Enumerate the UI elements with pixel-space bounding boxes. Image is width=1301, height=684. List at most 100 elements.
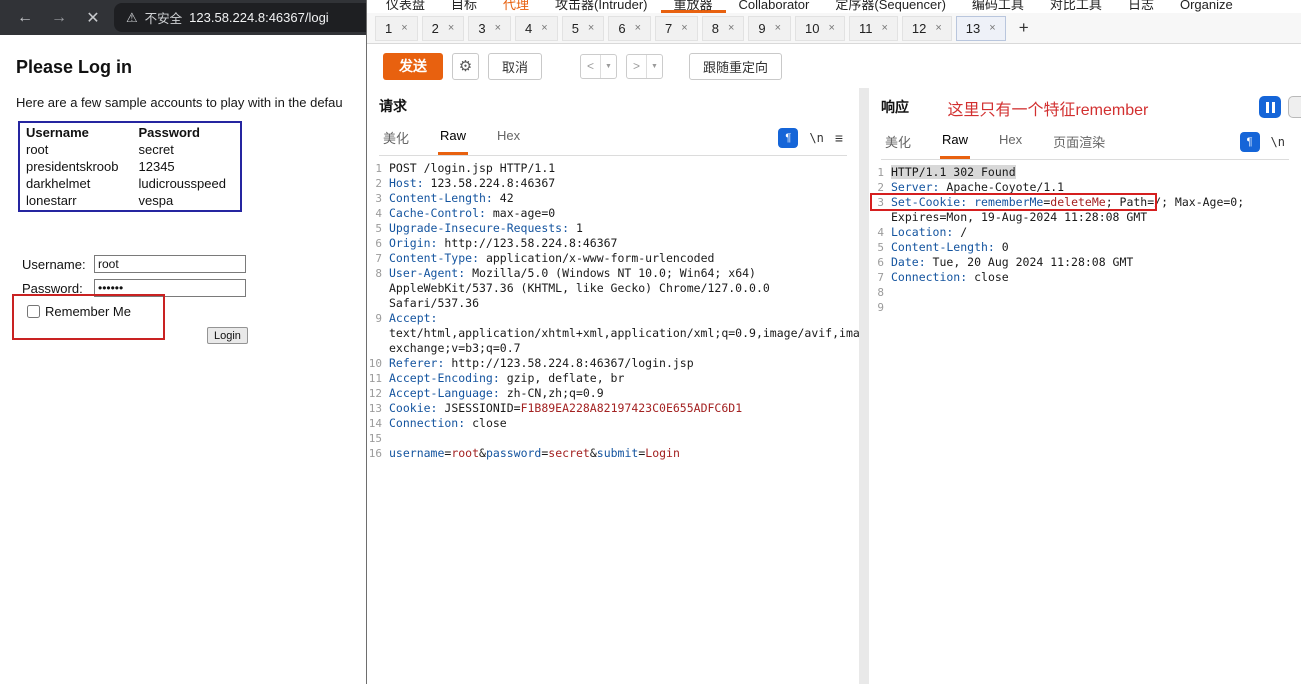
editor-line: 14Connection: close bbox=[367, 416, 787, 431]
repeater-tab-12[interactable]: 12 × bbox=[902, 16, 952, 41]
repeater-tab-8[interactable]: 8× bbox=[702, 16, 745, 41]
menu-item-repeater[interactable]: 重放器 bbox=[661, 0, 726, 13]
tab-close-icon[interactable]: × bbox=[728, 22, 734, 34]
repeater-tab-9[interactable]: 9× bbox=[748, 16, 791, 41]
repeater-tab-6[interactable]: 6× bbox=[608, 16, 651, 41]
line-number: 7 bbox=[869, 270, 891, 285]
text-segment: deleteMe bbox=[1050, 195, 1105, 209]
menu-item-sequencer[interactable]: 定序器(Sequencer) bbox=[822, 0, 959, 13]
gear-icon[interactable]: ⚙ bbox=[452, 53, 479, 80]
menu-item-collaborator[interactable]: Collaborator bbox=[726, 0, 823, 13]
line-number: 4 bbox=[367, 206, 389, 221]
newline-toggle-icon[interactable]: \n bbox=[809, 131, 823, 145]
pretty-print-icon[interactable]: ¶ bbox=[1240, 132, 1260, 152]
request-tab-hex[interactable]: Hex bbox=[495, 124, 522, 155]
tab-close-icon[interactable]: × bbox=[775, 22, 781, 34]
menu-item-comparer[interactable]: 对比工具 bbox=[1037, 0, 1115, 13]
text-segment: submit bbox=[597, 446, 639, 460]
close-icon[interactable]: ✕ bbox=[84, 8, 102, 28]
line-text: Server: Apache-Coyote/1.1 bbox=[891, 180, 1295, 195]
text-segment: Set-Cookie: bbox=[891, 195, 967, 209]
text-segment: Location: bbox=[891, 225, 953, 239]
tab-number: 7 bbox=[665, 21, 672, 36]
text-segment: POST /login.jsp HTTP/1.1 bbox=[389, 161, 555, 175]
tab-close-icon[interactable]: × bbox=[681, 22, 687, 34]
menu-item-target[interactable]: 目标 bbox=[438, 0, 490, 13]
line-number: 5 bbox=[869, 240, 891, 255]
remember-me-checkbox[interactable] bbox=[27, 305, 40, 318]
new-tab-button[interactable]: + bbox=[1010, 18, 1038, 38]
tab-close-icon[interactable]: × bbox=[935, 22, 941, 34]
text-segment: / bbox=[953, 225, 967, 239]
tab-close-icon[interactable]: × bbox=[829, 22, 835, 34]
text-segment: Content-Type: bbox=[389, 251, 479, 265]
line-number: 9 bbox=[367, 311, 389, 356]
text-segment: http://123.58.224.8:46367/login.jsp bbox=[444, 356, 693, 370]
response-tab-pretty[interactable]: 美化 bbox=[883, 128, 913, 159]
layout-switcher-icon[interactable] bbox=[1259, 96, 1281, 118]
line-number: 15 bbox=[367, 431, 389, 446]
pretty-print-icon[interactable]: ¶ bbox=[778, 128, 798, 148]
repeater-tab-2[interactable]: 2× bbox=[422, 16, 465, 41]
editor-line: 15 bbox=[367, 431, 787, 446]
response-editor[interactable]: 1HTTP/1.1 302 Found2Server: Apache-Coyot… bbox=[869, 160, 1301, 684]
tab-close-icon[interactable]: × bbox=[881, 22, 887, 34]
menu-item-intruder[interactable]: 攻击器(Intruder) bbox=[542, 0, 660, 13]
tab-close-icon[interactable]: × bbox=[495, 22, 501, 34]
password-input[interactable] bbox=[94, 279, 246, 297]
response-tab-raw[interactable]: Raw bbox=[940, 128, 970, 159]
request-tab-raw[interactable]: Raw bbox=[438, 124, 468, 155]
repeater-tab-7[interactable]: 7× bbox=[655, 16, 698, 41]
editor-menu-icon[interactable]: ≡ bbox=[835, 130, 843, 146]
menu-item-organizer[interactable]: Organize bbox=[1167, 0, 1246, 13]
back-icon[interactable]: ← bbox=[16, 9, 34, 27]
line-number: 6 bbox=[367, 236, 389, 251]
editor-line: 10Referer: http://123.58.224.8:46367/log… bbox=[367, 356, 787, 371]
chevron-down-icon[interactable]: ▼ bbox=[601, 55, 616, 78]
account-cell: secret bbox=[133, 142, 241, 159]
tab-number: 12 bbox=[912, 21, 926, 36]
line-text: Set-Cookie: rememberMe=deleteMe; Path=/;… bbox=[891, 195, 1295, 225]
editor-line: 7Connection: close bbox=[869, 270, 1295, 285]
repeater-tab-10[interactable]: 10× bbox=[795, 16, 845, 41]
forward-icon[interactable]: → bbox=[50, 9, 68, 27]
menu-item-proxy[interactable]: 代理 bbox=[490, 0, 542, 13]
tab-close-icon[interactable]: × bbox=[588, 22, 594, 34]
follow-redirect-button[interactable]: 跟随重定向 bbox=[689, 53, 782, 80]
cancel-button[interactable]: 取消 bbox=[488, 53, 542, 80]
response-tab-hex[interactable]: Hex bbox=[997, 128, 1024, 159]
repeater-tab-5[interactable]: 5× bbox=[562, 16, 605, 41]
repeater-tab-13[interactable]: 13× bbox=[956, 16, 1006, 41]
repeater-tab-4[interactable]: 4× bbox=[515, 16, 558, 41]
tab-close-icon[interactable]: × bbox=[635, 22, 641, 34]
tab-number: 8 bbox=[712, 21, 719, 36]
newline-toggle-icon[interactable]: \n bbox=[1271, 135, 1285, 149]
tab-close-icon[interactable]: × bbox=[989, 22, 995, 34]
accounts-table: UsernamePassword rootsecretpresidentskro… bbox=[18, 121, 242, 212]
repeater-tab-11[interactable]: 11× bbox=[849, 16, 898, 41]
request-editor[interactable]: 1POST /login.jsp HTTP/1.12Host: 123.58.2… bbox=[367, 156, 859, 684]
login-button[interactable]: Login bbox=[207, 327, 248, 344]
menu-item-logger[interactable]: 日志 bbox=[1115, 0, 1167, 13]
send-button[interactable]: 发送 bbox=[383, 53, 443, 80]
tab-close-icon[interactable]: × bbox=[401, 22, 407, 34]
repeater-tab-1[interactable]: 1× bbox=[375, 16, 418, 41]
history-forward-button[interactable]: > ▼ bbox=[626, 54, 663, 79]
repeater-tab-bar: 1×2×3×4×5×6×7×8×9×10×11×12×13×+ bbox=[367, 13, 1301, 44]
request-tab-pretty[interactable]: 美化 bbox=[381, 124, 411, 155]
line-number: 6 bbox=[869, 255, 891, 270]
tab-close-icon[interactable]: × bbox=[541, 22, 547, 34]
chevron-down-icon[interactable]: ▼ bbox=[647, 55, 662, 78]
line-text: Accept-Language: zh-CN,zh;q=0.9 bbox=[389, 386, 787, 401]
response-tab-render[interactable]: 页面渲染 bbox=[1051, 128, 1107, 159]
tab-close-icon[interactable]: × bbox=[448, 22, 454, 34]
text-segment: HTTP/1.1 302 Found bbox=[891, 165, 1016, 179]
history-back-button[interactable]: < ▼ bbox=[580, 54, 617, 79]
address-bar[interactable]: ⚠ 不安全 123.58.224.8:46367/logi bbox=[114, 3, 366, 32]
repeater-tab-3[interactable]: 3× bbox=[468, 16, 511, 41]
text-segment: 1 bbox=[569, 221, 583, 235]
username-input[interactable] bbox=[94, 255, 246, 273]
menu-item-decoder[interactable]: 编码工具 bbox=[959, 0, 1037, 13]
panel-toggle-icon[interactable] bbox=[1288, 96, 1301, 118]
menu-item-dashboard[interactable]: 仪表盘 bbox=[373, 0, 438, 13]
